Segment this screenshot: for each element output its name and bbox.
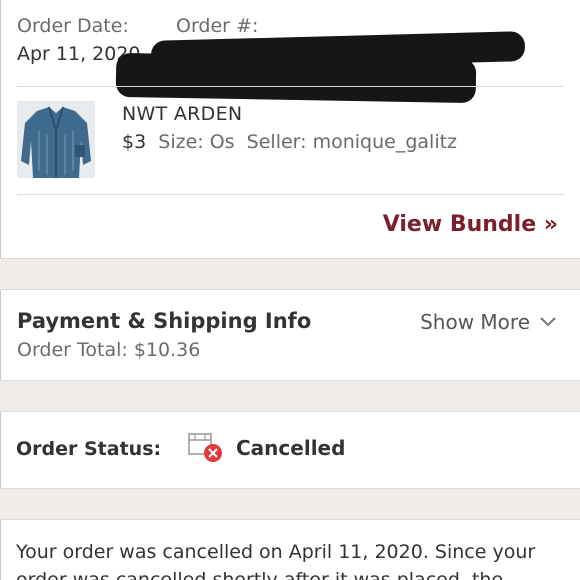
cardigan-image <box>17 101 95 178</box>
show-more-button[interactable]: Show More <box>420 310 556 334</box>
payment-shipping-card: Payment & Shipping Info Order Total: $10… <box>0 290 580 380</box>
cancellation-message: Your order was cancelled on April 11, 20… <box>16 541 536 580</box>
item-size: Size: Os <box>158 131 235 153</box>
box-cancelled-icon <box>188 433 222 462</box>
item-seller[interactable]: Seller: monique_galitz <box>247 131 457 153</box>
divider <box>17 86 564 87</box>
order-number-label: Order #: <box>176 15 259 37</box>
view-bundle-link[interactable]: View Bundle » <box>383 212 558 237</box>
payment-shipping-title: Payment & Shipping Info <box>17 309 312 333</box>
item-meta: $3 Size: Os Seller: monique_galitz <box>122 131 457 153</box>
item-title[interactable]: NWT ARDEN <box>122 103 242 125</box>
item-thumbnail[interactable] <box>17 101 95 178</box>
divider <box>17 194 564 195</box>
chevron-down-icon <box>540 317 556 327</box>
order-date-label: Order Date: <box>17 15 129 37</box>
item-price: $3 <box>122 131 147 153</box>
order-status-value: Cancelled <box>236 436 346 460</box>
section-separator <box>0 380 580 412</box>
show-more-label: Show More <box>420 310 530 334</box>
section-separator <box>0 488 580 520</box>
section-separator <box>0 258 580 290</box>
redaction-mark <box>115 52 477 104</box>
order-status-label: Order Status: <box>16 438 162 460</box>
order-details-card: Order Date: Apr 11, 2020 Order #: 5e9251… <box>0 0 580 258</box>
order-total: Order Total: $10.36 <box>17 339 201 361</box>
